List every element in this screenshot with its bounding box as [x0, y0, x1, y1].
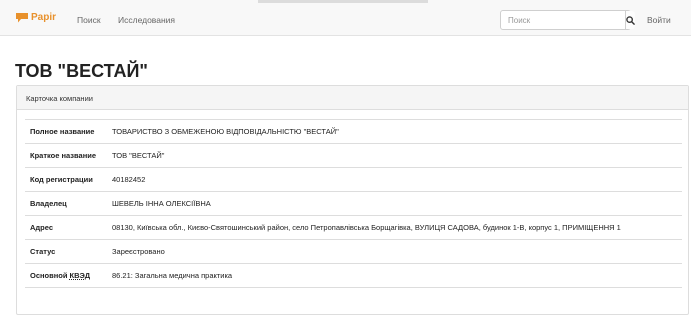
navbar-active-indicator: [258, 0, 428, 3]
row-label-owner: Владелец: [25, 191, 107, 216]
company-card: Карточка компании Полное название ТОВАРИ…: [16, 85, 689, 315]
speech-bubble-icon: [16, 12, 28, 22]
row-value-kved: 86.21: Загальна медична практика: [107, 263, 682, 288]
top-navbar: Papir Поиск Исследования Войти: [0, 0, 691, 36]
search-icon: [626, 15, 635, 25]
table-row: Краткое название ТОВ "ВЕСТАЙ": [25, 143, 682, 168]
row-label-kved: Основной КВЭД: [25, 263, 107, 288]
page-title: ТОВ "ВЕСТАЙ": [15, 61, 148, 81]
row-label-address: Адрес: [25, 215, 107, 240]
kved-abbreviation[interactable]: КВЭД: [70, 271, 91, 280]
table-row: Основной КВЭД 86.21: Загальна медична пр…: [25, 263, 682, 288]
row-label-kved-prefix: Основной: [30, 271, 70, 280]
table-row: Статус Зареєстровано: [25, 239, 682, 264]
login-link[interactable]: Войти: [647, 15, 671, 25]
nav-link-research[interactable]: Исследования: [118, 15, 175, 25]
nav-link-search[interactable]: Поиск: [77, 15, 101, 25]
table-row: Полное название ТОВАРИСТВО З ОБМЕЖЕНОЮ В…: [25, 119, 682, 144]
search-form: [500, 10, 635, 30]
row-value-address: 08130, Київська обл., Києво-Святошинськи…: [107, 215, 682, 240]
row-value-registration-code: 40182452: [107, 167, 682, 192]
row-label-full-name: Полное название: [25, 119, 107, 144]
company-card-heading: Карточка компании: [17, 86, 688, 110]
company-info-table: Полное название ТОВАРИСТВО З ОБМЕЖЕНОЮ В…: [25, 119, 682, 288]
row-value-owner: ШЕВЕЛЬ ІННА ОЛЕКСІЇВНА: [107, 191, 682, 216]
brand-name: Papir: [31, 12, 57, 23]
row-label-short-name: Краткое название: [25, 143, 107, 168]
row-value-status: Зареєстровано: [107, 239, 682, 264]
row-label-registration-code: Код регистрации: [25, 167, 107, 192]
search-input[interactable]: [501, 11, 625, 29]
row-value-short-name: ТОВ "ВЕСТАЙ": [107, 143, 682, 168]
table-row: Адрес 08130, Київська обл., Києво-Святош…: [25, 215, 682, 240]
search-button[interactable]: [625, 11, 635, 29]
table-row: Код регистрации 40182452: [25, 167, 682, 192]
table-row: Владелец ШЕВЕЛЬ ІННА ОЛЕКСІЇВНА: [25, 191, 682, 216]
row-label-status: Статус: [25, 239, 107, 264]
brand-logo[interactable]: Papir: [16, 12, 56, 23]
row-value-full-name: ТОВАРИСТВО З ОБМЕЖЕНОЮ ВІДПОВІДАЛЬНІСТЮ …: [107, 119, 682, 144]
